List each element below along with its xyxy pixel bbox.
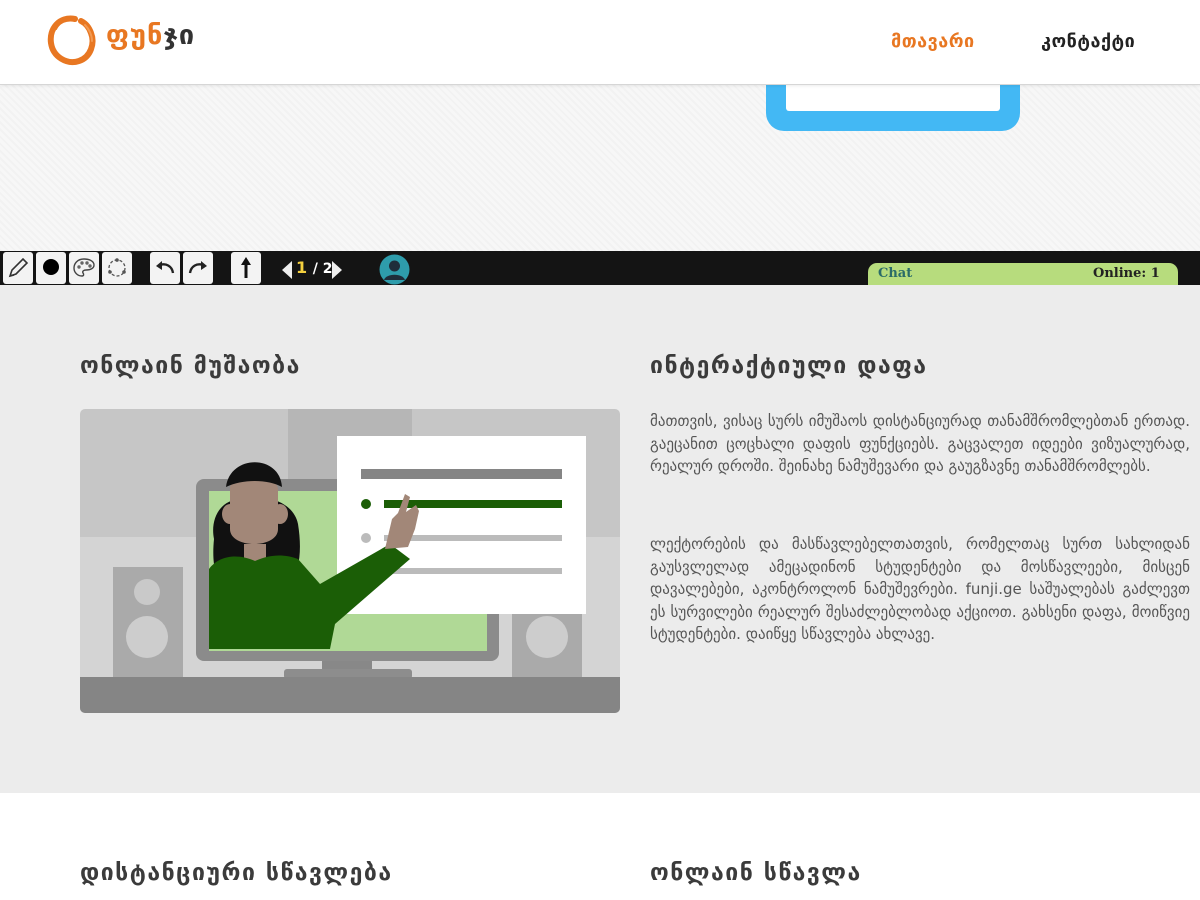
redo-icon: [188, 261, 207, 274]
online-learning-title: ონლაინ სწავლა: [650, 860, 862, 886]
chat-label[interactable]: Chat: [878, 266, 912, 281]
pointer-button[interactable]: [231, 252, 261, 284]
color-palette-button[interactable]: [69, 252, 99, 284]
shapes-button[interactable]: [102, 252, 132, 284]
interactive-board-paragraph-2: ლექტორების და მასწავლებელთათვის, რომელთა…: [650, 535, 1190, 644]
pencil-icon: [8, 257, 29, 278]
redo-button[interactable]: [183, 252, 213, 284]
interactive-board-title: ინტერაქტიული დაფა: [650, 353, 928, 379]
brush-size-button[interactable]: [36, 252, 66, 284]
prev-page-icon[interactable]: [280, 259, 294, 281]
undo-button[interactable]: [150, 252, 180, 284]
nav-contact-link[interactable]: კონტაქტი: [1041, 31, 1135, 52]
pointer-icon: [241, 257, 251, 278]
online-count: Online: 1: [1093, 266, 1160, 281]
logo-ring-icon[interactable]: [45, 13, 97, 67]
site-header: ფუნჯი მთავარი კონტაქტი: [0, 0, 1200, 85]
user-avatar-icon[interactable]: [379, 254, 410, 285]
brand-part-2: ჯი: [163, 20, 196, 51]
hero-banner: [0, 85, 1200, 251]
interactive-board-paragraph-1: მათთვის, ვისაც სურს იმუშაოს დისტანციურად…: [650, 412, 1190, 476]
nav-home-link[interactable]: მთავარი: [891, 31, 975, 52]
teacher-illustration: [80, 409, 620, 713]
distance-learning-title: დისტანციური სწავლება: [80, 860, 393, 886]
pencil-tool-button[interactable]: [3, 252, 33, 284]
shapes-icon: [108, 258, 126, 277]
page: ფუნჯი მთავარი კონტაქტი 1 / 2 Chat Online…: [0, 0, 1200, 900]
next-page-icon[interactable]: [330, 259, 344, 281]
palette-icon: [73, 258, 95, 277]
undo-icon: [156, 261, 175, 274]
online-work-title: ონლაინ მუშაობა: [80, 353, 301, 379]
brand-part-1: ფუნ: [106, 20, 164, 51]
brand-name[interactable]: ფუნჯი: [106, 20, 195, 51]
hero-screen-inner: [786, 85, 1000, 111]
page-indicator: 1 / 2: [296, 258, 332, 277]
page-current: 1: [296, 258, 308, 277]
brush-size-icon: [43, 259, 59, 275]
